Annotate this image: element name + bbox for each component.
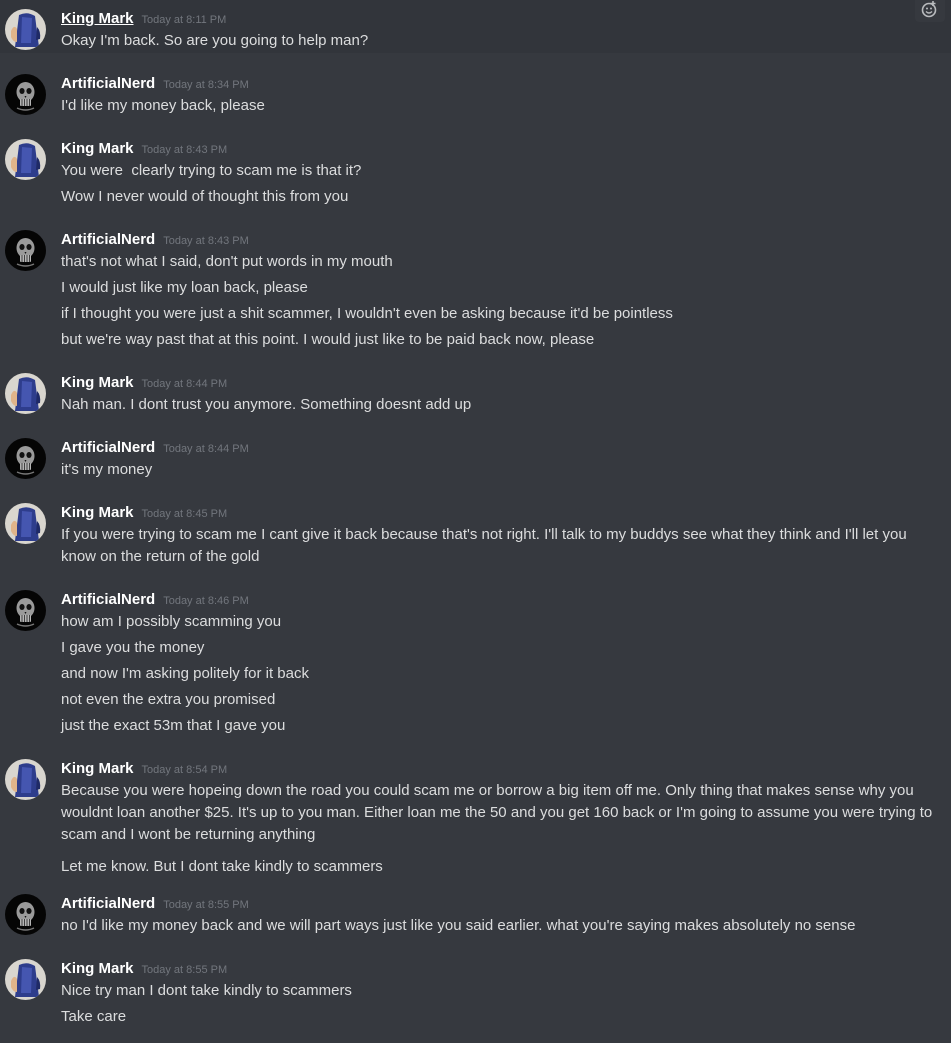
avatar[interactable] [5,759,46,800]
message-text: just the exact 53m that I gave you [61,717,286,734]
message-text: Nice try man I dont take kindly to scamm… [61,982,352,999]
message-header: ArtificialNerd Today at 8:44 PM [61,439,249,459]
avatar[interactable] [5,438,46,479]
username[interactable]: ArtificialNerd [61,591,155,608]
timestamp: Today at 8:54 PM [141,764,228,776]
avatar[interactable] [5,590,46,631]
message-header: ArtificialNerd Today at 8:43 PM [61,231,249,251]
emoji-add-icon [921,0,939,23]
message-group: ArtificialNerd Today at 8:55 PM no I'd lik… [0,885,951,950]
avatar[interactable] [5,894,46,935]
message-header: King Mark Today at 8:11 PM [61,10,226,30]
message-group: King Mark Today at 8:54 PM Because you wer… [0,750,951,885]
timestamp: Today at 8:34 PM [163,79,249,91]
message-text: that's not what I said, don't put words … [61,253,393,270]
message-group: ArtificialNerd Today at 8:34 PM I'd like m… [0,65,951,130]
message-header: ArtificialNerd Today at 8:55 PM [61,895,249,915]
message-group: King Mark Today at 8:55 PM Nice try man I … [0,950,951,1043]
message-text: I gave you the money [61,639,205,656]
timestamp: Today at 8:11 PM [141,14,227,26]
message-text: but we're way past that at this point. I… [61,331,595,348]
message-header: King Mark Today at 8:44 PM [61,374,227,394]
message-text: I would just like my loan back, please [61,279,308,296]
username[interactable]: King Mark [61,960,134,977]
add-reaction-button[interactable] [915,0,945,22]
message-header: ArtificialNerd Today at 8:46 PM [61,591,249,611]
username[interactable]: King Mark [61,140,134,157]
message-header: King Mark Today at 8:55 PM [61,960,227,980]
timestamp: Today at 8:44 PM [141,378,228,390]
message-group: King Mark Today at 8:43 PM You were clearl… [0,130,951,221]
message-text: Let me know. But I dont take kindly to s… [61,858,383,875]
message-text: and now I'm asking politely for it back [61,665,309,682]
avatar[interactable] [5,230,46,271]
timestamp: Today at 8:55 PM [163,899,249,911]
username[interactable]: ArtificialNerd [61,75,155,92]
message-text: Take care [61,1008,127,1025]
timestamp: Today at 8:55 PM [141,964,228,976]
message-text: You were clearly trying to scam me is th… [61,162,362,179]
message-group: King Mark Today at 8:11 PM Okay I'm back. … [0,0,951,53]
message-header: King Mark Today at 8:54 PM [61,760,227,780]
message-text: If you were trying to scam me I cant giv… [61,526,907,565]
timestamp: Today at 8:43 PM [141,144,228,156]
message-group: ArtificialNerd Today at 8:44 PM it's my mo… [0,429,951,494]
timestamp: Today at 8:46 PM [163,595,249,607]
message-text: Because you were hopeing down the road y… [61,782,933,843]
message-header: King Mark Today at 8:43 PM [61,140,227,160]
avatar[interactable] [5,373,46,414]
username[interactable]: King Mark [61,760,134,777]
message-text: Okay I'm back. So are you going to help … [61,32,369,49]
message-text: if I thought you were just a shit scamme… [61,305,673,322]
message-group: ArtificialNerd Today at 8:46 PM how am I p… [0,581,951,750]
message-header: ArtificialNerd Today at 8:34 PM [61,75,249,95]
avatar[interactable] [5,959,46,1000]
username[interactable]: King Mark [61,10,134,27]
message-text: how am I possibly scamming you [61,613,282,630]
avatar[interactable] [5,9,46,50]
message-group: King Mark Today at 8:44 PM Nah man. I dont… [0,364,951,429]
username[interactable]: King Mark [61,504,134,521]
avatar[interactable] [5,74,46,115]
timestamp: Today at 8:45 PM [141,508,228,520]
username[interactable]: ArtificialNerd [61,895,155,912]
timestamp: Today at 8:43 PM [163,235,249,247]
timestamp: Today at 8:44 PM [163,443,249,455]
message-group: ArtificialNerd Today at 8:43 PM that's not… [0,221,951,364]
username[interactable]: ArtificialNerd [61,231,155,248]
avatar[interactable] [5,503,46,544]
username[interactable]: ArtificialNerd [61,439,155,456]
message-text: it's my money [61,461,153,478]
username[interactable]: King Mark [61,374,134,391]
message-header: King Mark Today at 8:45 PM [61,504,227,524]
message-group: King Mark Today at 8:45 PM If you were try… [0,494,951,581]
avatar[interactable] [5,139,46,180]
message-text: Nah man. I dont trust you anymore. Somet… [61,396,472,413]
chat-messages: King Mark Today at 8:11 PM Okay I'm back. … [0,0,951,1043]
message-text: Wow I never would of thought this from y… [61,188,349,205]
message-text: I'd like my money back, please [61,97,265,114]
message-text: no I'd like my money back and we will pa… [61,917,856,934]
message-text: not even the extra you promised [61,691,276,708]
